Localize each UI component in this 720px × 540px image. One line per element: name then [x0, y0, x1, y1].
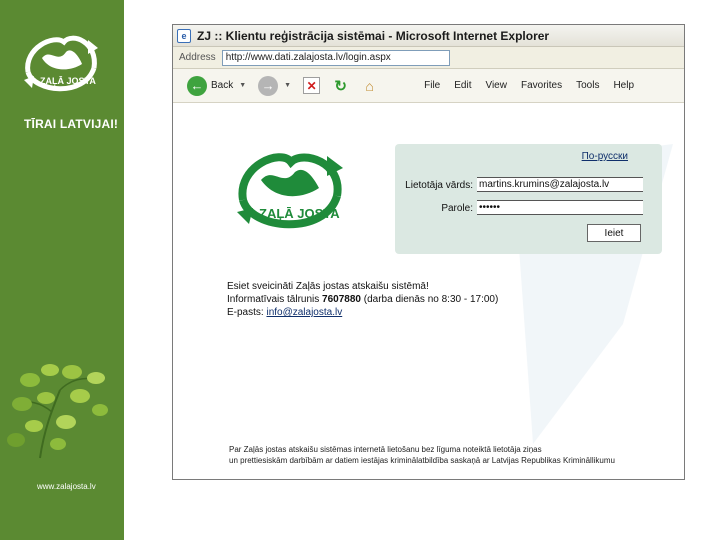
login-submit-button[interactable]: Ieiet: [587, 224, 641, 242]
username-field[interactable]: [477, 177, 643, 192]
back-arrow-icon[interactable]: ←: [187, 75, 207, 96]
phone-hours: (darba dienās no 8:30 - 17:00): [363, 294, 499, 305]
forward-arrow-icon[interactable]: →: [258, 75, 279, 96]
address-field[interactable]: http://www.dati.zalajosta.lv/login.aspx: [221, 49, 450, 66]
address-bar: Address http://www.dati.zalajosta.lv/log…: [173, 47, 684, 69]
logo-badge-text: ZAĻĀ JOSTA: [40, 76, 96, 86]
window-title: ZJ :: Klientu reģistrācija sistēmai - Mi…: [197, 28, 550, 43]
menu-help[interactable]: Help: [613, 80, 634, 91]
password-field[interactable]: [477, 200, 643, 215]
zala-josta-logo: ZAĻĀ JOSTA: [24, 35, 98, 92]
legal-line-1: Par Zaļās jostas atskaišu sistēmas inter…: [229, 445, 542, 454]
russian-language-link[interactable]: По-русски: [582, 151, 628, 162]
toolbar: ← Back ▼ → ▼ ✕ ↻ ⌂ File Edit View Favori…: [173, 69, 684, 103]
stop-icon[interactable]: ✕: [303, 77, 321, 94]
phone-number: 7607880: [322, 294, 361, 305]
welcome-info: Esiet sveicināti Zaļās jostas atskaišu s…: [227, 280, 498, 319]
menu-view[interactable]: View: [485, 80, 507, 91]
back-dropdown-icon[interactable]: ▼: [239, 82, 246, 89]
browser-window: e ZJ :: Klientu reģistrācija sistēmai - …: [172, 24, 685, 480]
site-logo-text: ZAĻĀ JOSTA: [259, 206, 340, 221]
welcome-line: Esiet sveicināti Zaļās jostas atskaišu s…: [227, 281, 429, 292]
slogan-text: TĪRAI LATVIJAI!: [24, 117, 119, 131]
menu-file[interactable]: File: [424, 80, 440, 91]
menu-edit[interactable]: Edit: [454, 80, 471, 91]
email-link[interactable]: info@zalajosta.lv: [266, 307, 342, 318]
email-prefix: E-pasts:: [227, 307, 264, 318]
site-logo: ZAĻĀ JOSTA: [237, 153, 343, 229]
website-url: www.zalajosta.lv: [37, 482, 96, 491]
legal-footer: Par Zaļās jostas atskaišu sistēmas inter…: [229, 444, 615, 466]
username-label: Lietotāja vārds:: [405, 180, 473, 191]
legal-line-2: un prettiesiskām darbībām ar datiem iest…: [229, 456, 615, 465]
title-bar: e ZJ :: Klientu reģistrācija sistēmai - …: [173, 25, 684, 47]
menu-tools[interactable]: Tools: [576, 80, 599, 91]
menu-bar: File Edit View Favorites Tools Help: [424, 80, 648, 91]
slide-side-band: ZAĻĀ JOSTA TĪRAI LATVIJAI! www.zalajosta…: [0, 0, 124, 540]
refresh-icon[interactable]: ↻: [332, 77, 349, 95]
ie-page-icon: e: [177, 28, 191, 43]
forward-dropdown-icon[interactable]: ▼: [284, 82, 291, 89]
menu-favorites[interactable]: Favorites: [521, 80, 562, 91]
phone-prefix: Informatīvais tālrunis: [227, 294, 320, 305]
address-label: Address: [179, 52, 216, 63]
phone-line: Informatīvais tālrunis 7607880 (darba di…: [227, 293, 498, 306]
home-icon[interactable]: ⌂: [361, 77, 378, 94]
back-button-label[interactable]: Back: [211, 80, 233, 91]
page-content: ZAĻĀ JOSTA По-русски Lietotāja vārds: Pa…: [173, 104, 684, 479]
plant-illustration: [7, 364, 108, 459]
login-panel: По-русски Lietotāja vārds: Parole: Ieiet: [395, 144, 662, 254]
password-label: Parole:: [441, 203, 473, 214]
email-line: E-pasts: info@zalajosta.lv: [227, 306, 498, 319]
